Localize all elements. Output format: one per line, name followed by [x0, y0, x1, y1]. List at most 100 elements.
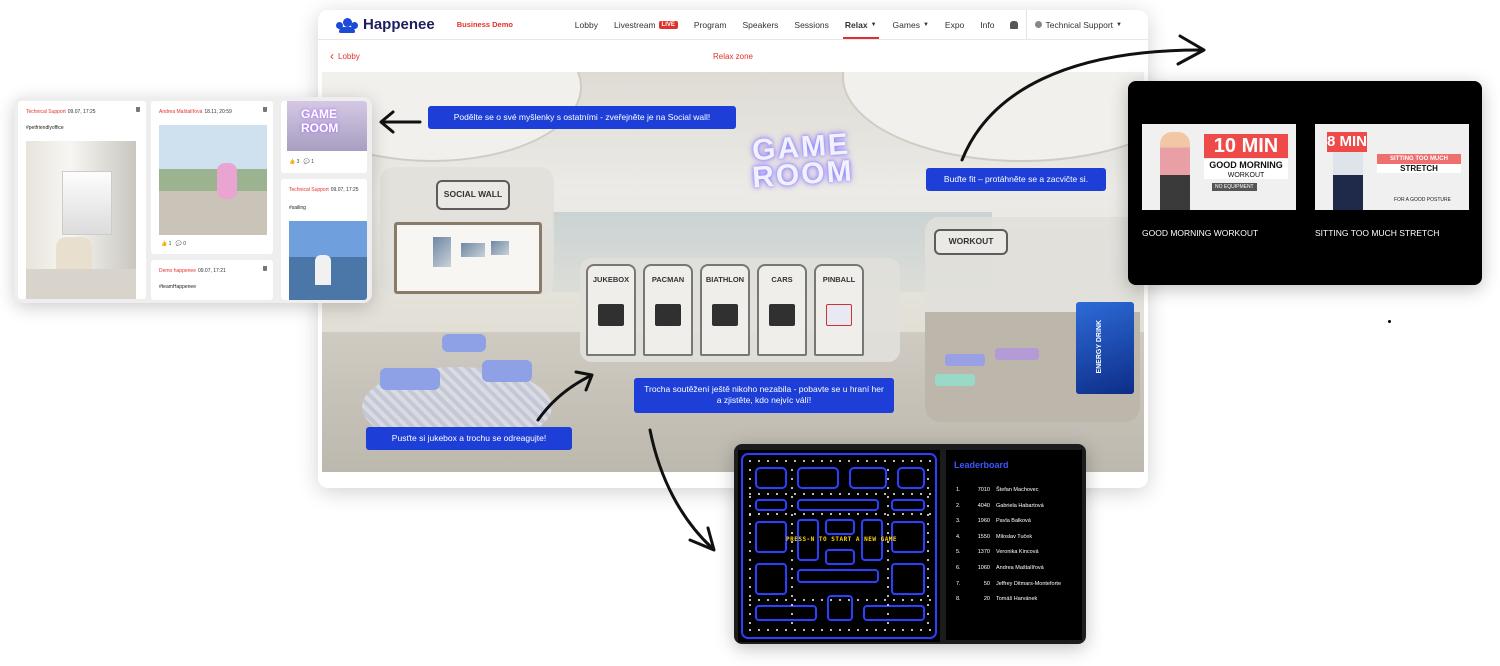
pellet: [920, 513, 922, 515]
nav-speakers[interactable]: Speakers: [734, 10, 786, 39]
pellet: [791, 595, 793, 597]
pinball-machine[interactable]: PINBALL: [814, 264, 864, 356]
machine-label: JUKEBOX: [592, 275, 630, 284]
brand-logo[interactable]: Happenee: [336, 16, 435, 33]
pellet: [927, 613, 929, 615]
leaderboard-score: 20: [983, 596, 990, 603]
pellet: [749, 629, 751, 631]
post-card[interactable]: GAME ROOM 👍 3 💬 1: [281, 101, 367, 173]
pellet: [857, 493, 859, 495]
nav-program[interactable]: Program: [686, 10, 735, 39]
nav-livestream[interactable]: Livestream LIVE: [606, 10, 686, 39]
nav-relax[interactable]: Relax ▼: [837, 10, 885, 39]
pellet: [776, 599, 778, 601]
post-card[interactable]: Andrea Maštalířová 18.11, 20:59 👍 1 💬 0: [151, 101, 273, 254]
pellet: [857, 599, 859, 601]
sub-header: ‹ Lobby Relax zone: [318, 40, 1148, 72]
pellet: [749, 595, 751, 597]
pacman-machine[interactable]: PACMAN: [643, 264, 693, 356]
video-title[interactable]: GOOD MORNING WORKOUT: [1142, 228, 1258, 238]
post-card[interactable]: Technical Support 09.07, 17:25 #sailing: [281, 179, 367, 300]
sofa: [482, 360, 532, 382]
pellet: [920, 599, 922, 601]
pellet: [812, 493, 814, 495]
thumbnail-title: GOOD MORNING: [1204, 159, 1288, 172]
pellet: [791, 496, 793, 498]
leaderboard-score: 7010: [977, 487, 990, 493]
leaderboard-row: 5. 1370 Veronika Kincová: [956, 549, 1039, 555]
pacman-maze[interactable]: PRESS-N TO START A NEW GAME: [738, 450, 940, 642]
like-icon[interactable]: 👍: [289, 159, 295, 165]
user-menu[interactable]: Technical Support ▼: [1026, 10, 1130, 39]
nav-info[interactable]: Info: [972, 10, 1002, 39]
pellet: [902, 513, 904, 515]
machine-label: BIATHLON: [705, 275, 745, 284]
pellet: [749, 469, 751, 471]
pellet: [839, 460, 841, 462]
pellet: [803, 513, 805, 515]
bell-icon: [1010, 20, 1019, 29]
maze-wall: [897, 467, 925, 489]
leaderboard-rank: 6.: [956, 565, 961, 571]
trash-icon[interactable]: [136, 107, 140, 112]
video-thumbnail[interactable]: 10 MIN GOOD MORNING WORKOUT NO EQUIPMENT: [1142, 124, 1296, 210]
thumbnail-note: NO EQUIPMENT: [1212, 183, 1257, 191]
pellet: [821, 460, 823, 462]
pellet: [830, 513, 832, 515]
comment-count: 1: [311, 159, 314, 165]
leaderboard-score: 1370: [977, 549, 990, 556]
video-thumbnail[interactable]: 8 MIN SITTING TOO MUCH STRETCH FOR A GOO…: [1315, 124, 1469, 210]
machine-label: CARS: [771, 275, 793, 284]
trash-icon[interactable]: [263, 266, 267, 271]
pellet: [893, 460, 895, 462]
user-icon: [1035, 21, 1043, 28]
pellet: [887, 514, 889, 516]
pellet: [758, 599, 760, 601]
pellet: [794, 493, 796, 495]
trash-icon[interactable]: [263, 107, 267, 112]
callout-workout: Buďte fit – protáhněte se a zacvičte si.: [926, 168, 1106, 192]
pellet: [803, 460, 805, 462]
notifications-button[interactable]: [1002, 10, 1026, 39]
leaderboard-name: Miloslav Tuček: [996, 533, 1033, 540]
biathlon-machine[interactable]: BIATHLON: [700, 264, 750, 356]
nav-expo[interactable]: Expo: [937, 10, 972, 39]
pellet: [785, 460, 787, 462]
cars-machine[interactable]: CARS: [757, 264, 807, 356]
chevron-left-icon: ‹: [330, 49, 334, 63]
back-to-lobby-link[interactable]: ‹ Lobby: [330, 49, 360, 63]
nav-lobby[interactable]: Lobby: [567, 10, 606, 39]
like-icon[interactable]: 👍: [161, 241, 167, 247]
comment-icon[interactable]: 💬: [176, 241, 182, 247]
energy-drink-vending-machine: ENERGY DRINK: [1076, 302, 1134, 394]
relax-zone-scene: SOCIAL WALL GAME ROOM JUKEBOX PACMAN BIA…: [322, 72, 1144, 472]
pellet: [927, 595, 929, 597]
pellet: [927, 523, 929, 525]
pellet: [887, 613, 889, 615]
pellet: [767, 493, 769, 495]
comment-icon[interactable]: 💬: [304, 159, 310, 165]
video-title[interactable]: SITTING TOO MUCH STRETCH: [1315, 228, 1439, 238]
callout-jukebox: Pusťte si jukebox a trochu se odreagujte…: [366, 427, 572, 451]
pellet: [767, 460, 769, 462]
social-wall-board[interactable]: [394, 222, 542, 294]
post-card[interactable]: Technical Support 09.07, 17:25 #petfrien…: [18, 101, 146, 299]
post-card[interactable]: Demo happenee 09.07, 17:21 #teamHappenee: [151, 260, 273, 300]
pellet: [884, 513, 886, 515]
pellet: [929, 513, 931, 515]
pellet: [749, 541, 751, 543]
nav-games[interactable]: Games ▼: [885, 10, 937, 39]
sofa: [380, 368, 440, 390]
pellet: [812, 599, 814, 601]
pellet: [929, 460, 931, 462]
maze-wall: [891, 563, 925, 595]
reactions: 👍 1 💬 0: [161, 241, 186, 247]
maze-wall: [755, 499, 787, 511]
pellet: [884, 460, 886, 462]
leaderboard-rank: 1.: [956, 487, 961, 493]
thumbnail-subtitle: STRETCH: [1377, 164, 1461, 173]
jukebox-machine[interactable]: JUKEBOX: [586, 264, 636, 356]
nav-sessions[interactable]: Sessions: [786, 10, 837, 39]
leaderboard-name: Tomáš Harvánek: [996, 596, 1038, 603]
pellet: [887, 487, 889, 489]
